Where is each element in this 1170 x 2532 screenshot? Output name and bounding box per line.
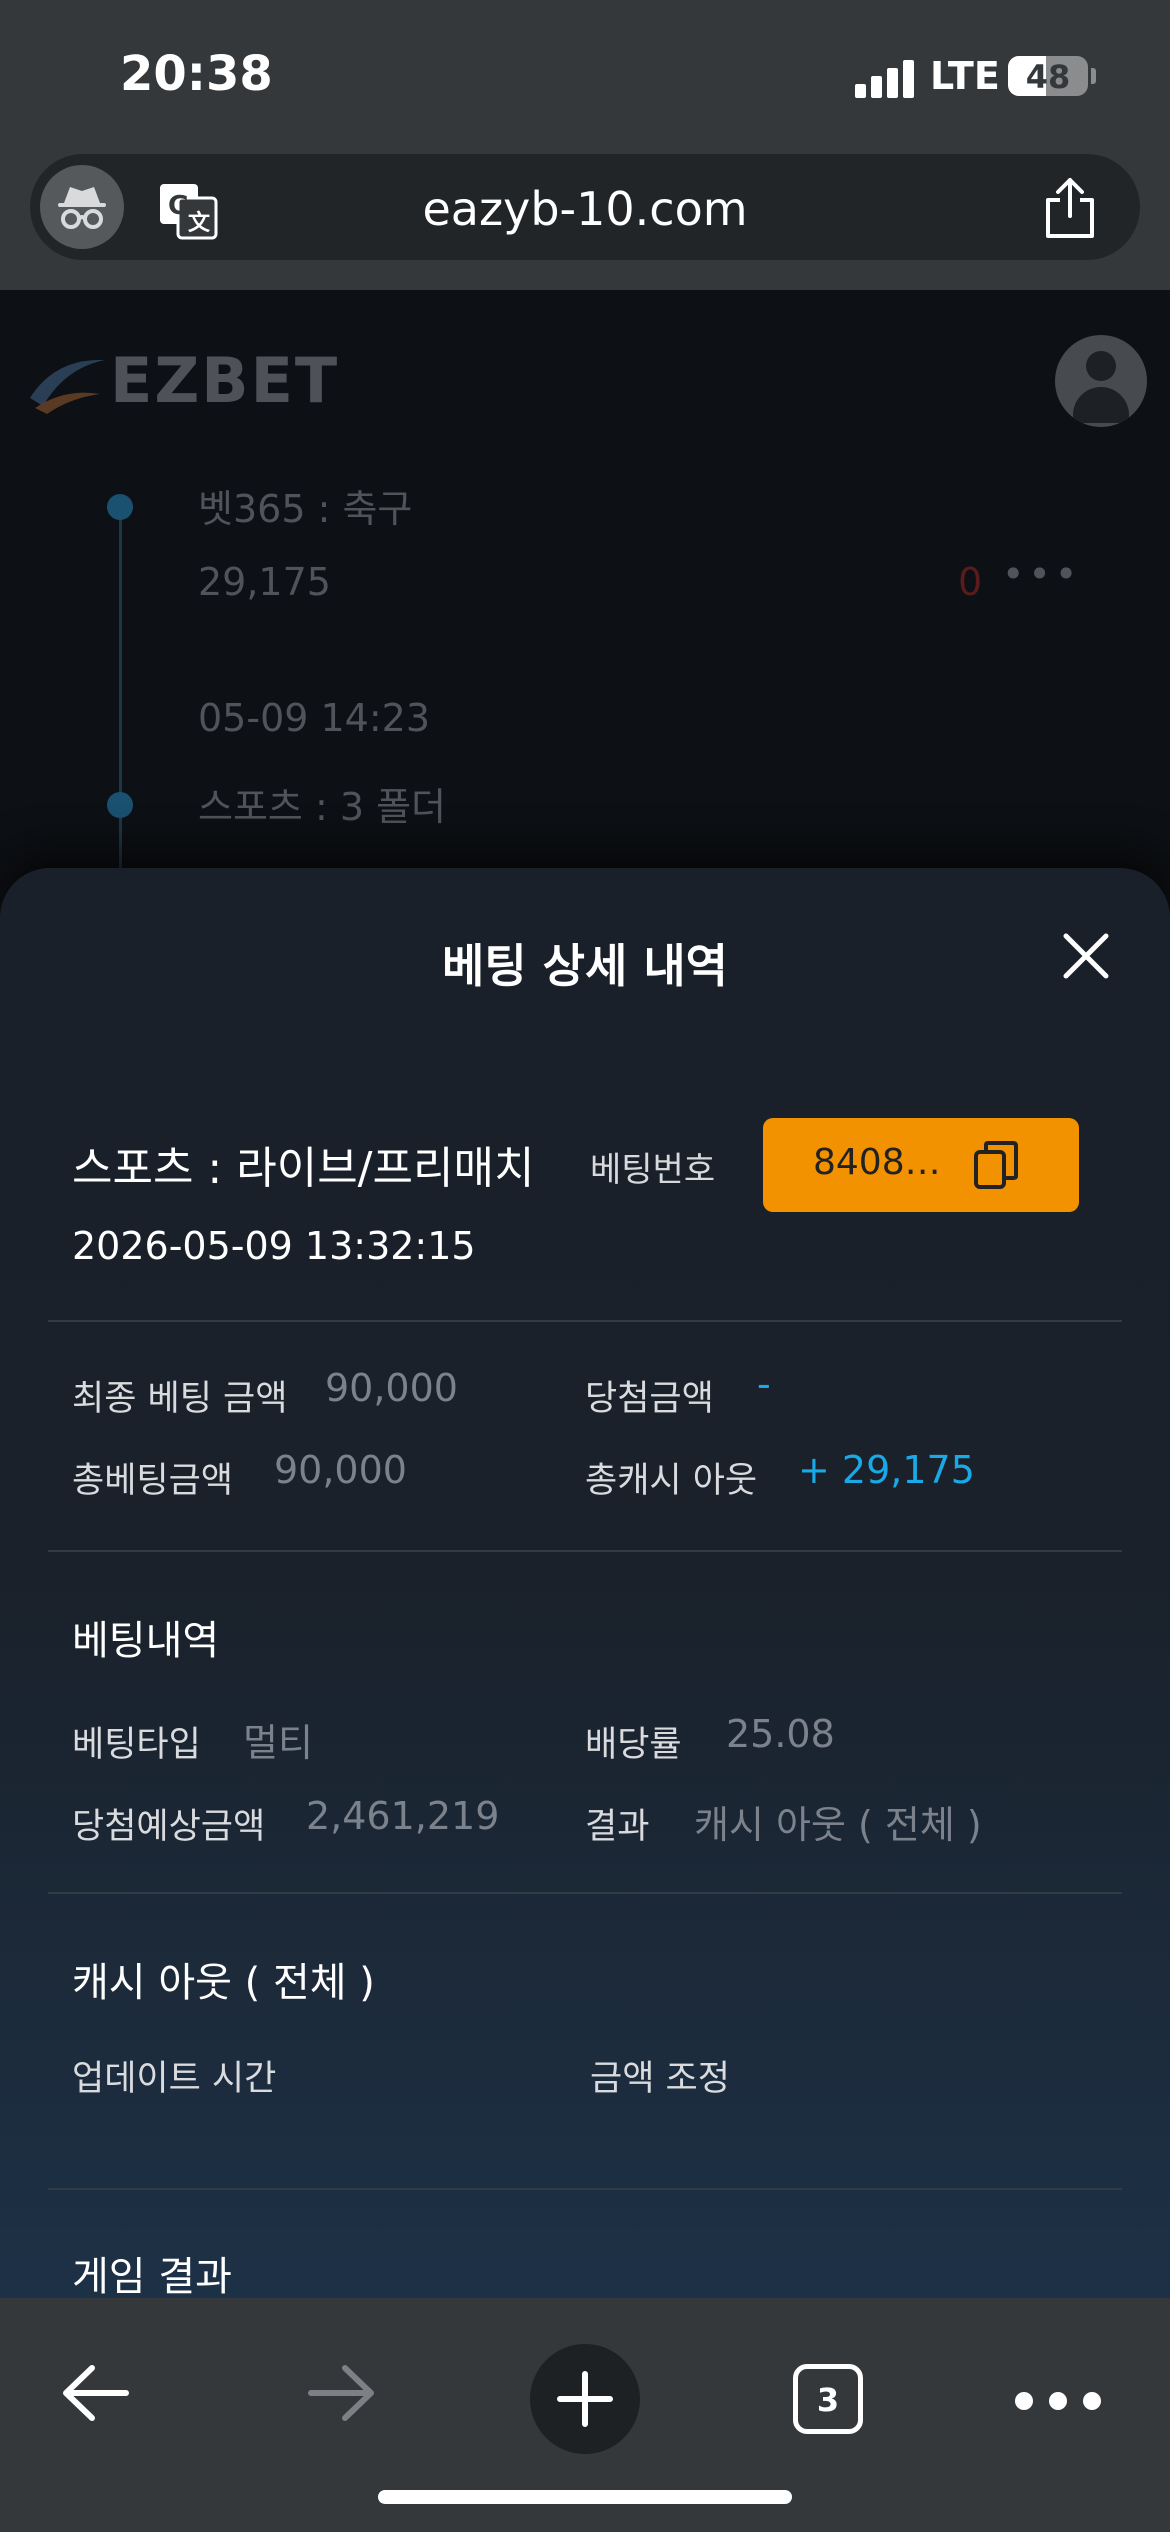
url-text[interactable]: eazyb-10.com [30,182,1140,236]
status-bar: 20:38 LTE 48 [0,0,1170,150]
game-result-title: 게임 결과 [72,2254,232,2298]
battery-percent: 48 [1025,58,1071,96]
bet-type-label: 베팅타입 [72,1725,201,1765]
total-cashout-value: + 29,175 [798,1448,975,1492]
final-bet-value: 90,000 [325,1366,458,1410]
address-field[interactable]: G 文 eazyb-10.com [30,154,1140,260]
bg-item-result: 0 [958,560,983,604]
total-bet-value: 90,000 [274,1448,407,1492]
browser-address-bar: G 文 eazyb-10.com [0,150,1170,290]
total-bet-label: 총베팅금액 [72,1461,234,1501]
timeline-dot [107,494,133,520]
back-arrow-icon[interactable] [60,2360,132,2426]
background-page: EZBET 벳365 : 축구 29,175 0 ••• 05-09 14:23… [0,290,1170,910]
divider [48,2188,1122,2190]
battery-icon: 48 [1008,56,1088,96]
win-amount-value: - [757,1362,771,1406]
more-icon[interactable] [1015,2392,1135,2412]
bet-type-value: 멀티 [243,1721,313,1765]
site-logo: EZBET [25,344,337,422]
divider [48,1550,1122,1552]
bg-item-title[interactable]: 스포츠 : 3 폴더 [198,776,446,831]
bet-datetime: 2026-05-09 13:32:15 [72,1224,476,1268]
new-tab-button[interactable] [530,2344,640,2454]
tabs-button[interactable]: 3 [793,2364,863,2434]
timeline-dot [107,792,133,818]
divider [48,1320,1122,1322]
status-time: 20:38 [120,46,273,102]
share-icon[interactable] [1040,176,1100,240]
amount-adjust-label: 금액 조정 [590,2059,730,2099]
logo-swoosh-icon [30,359,105,414]
timeline-line [119,505,122,910]
copy-icon [974,1141,1018,1189]
user-avatar-icon[interactable] [1055,335,1147,427]
logo-text: EZBET [110,344,340,417]
bet-number-label: 베팅번호 [590,1150,716,1190]
odds-value: 25.08 [726,1712,835,1756]
tab-count: 3 [816,2381,840,2419]
cashout-title: 캐시 아웃 ( 전체 ) [72,1960,375,2006]
bet-category: 스포츠 : 라이브/프리매치 [72,1143,535,1194]
odds-label: 배당률 [585,1725,682,1765]
plus-icon [557,2371,613,2427]
bg-item-title[interactable]: 벳365 : 축구 [198,478,412,533]
total-cashout-label: 총캐시 아웃 [585,1461,758,1501]
bg-more-icon[interactable]: ••• [1002,552,1081,596]
result-value: 캐시 아웃 ( 전체 ) [694,1803,982,1847]
battery-nub [1091,68,1096,84]
sheet-title: 베팅 상세 내역 [442,939,728,993]
bg-item-date: 05-09 14:23 [198,696,431,740]
result-label: 결과 [585,1807,650,1847]
close-icon[interactable] [1058,928,1114,984]
divider [48,1892,1122,1894]
signal-icon [855,58,915,98]
copy-bet-number-button[interactable]: 8408… [763,1118,1079,1212]
update-time-label: 업데이트 시간 [72,2059,277,2099]
bet-detail-sheet: 베팅 상세 내역 스포츠 : 라이브/프리매치 베팅번호 8408… 2026-… [0,868,1170,2298]
bet-number: 8408… [813,1142,941,1183]
bg-item-amount: 29,175 [198,560,331,604]
network-label: LTE [930,54,1000,98]
forward-arrow-icon[interactable] [305,2360,377,2426]
expected-win-label: 당첨예상금액 [72,1807,266,1847]
win-amount-label: 당첨금액 [585,1379,714,1419]
final-bet-label: 최종 베팅 금액 [72,1379,288,1419]
bet-details-title: 베팅내역 [72,1618,220,1664]
home-indicator[interactable] [378,2490,792,2504]
expected-win-value: 2,461,219 [306,1794,500,1838]
